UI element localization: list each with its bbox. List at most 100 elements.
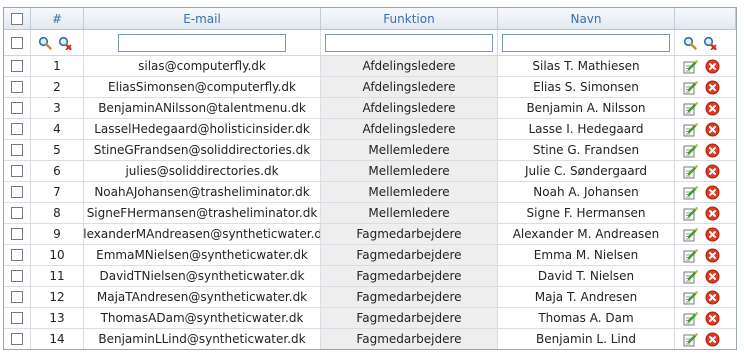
row-number: 3 [31,98,84,118]
header-name[interactable]: Navn [498,8,675,29]
filter-row-checkbox[interactable] [11,36,23,49]
row-actions [675,203,736,223]
edit-icon[interactable] [682,121,698,137]
clear-filter-icon[interactable] [57,35,73,51]
table-row[interactable]: 14 BenjaminLLind@syntheticwater.dk Fagme… [4,329,736,349]
table-row[interactable]: 2 EliasSimonsen@computerfly.dk Afdelings… [4,77,736,98]
row-name: Benjamin L. Lind [498,329,675,349]
edit-icon[interactable] [682,310,698,326]
delete-icon[interactable] [704,226,720,242]
row-checkbox[interactable] [11,270,23,282]
delete-icon[interactable] [704,100,720,116]
row-name: Signe F. Hermansen [498,203,675,223]
row-select-cell [4,224,31,244]
header-number[interactable]: # [31,8,84,29]
table-row[interactable]: 5 StineGFrandsen@soliddirectories.dk Mel… [4,140,736,161]
row-checkbox[interactable] [11,165,23,177]
search-icon[interactable] [37,35,53,51]
row-number: 7 [31,182,84,202]
row-function: Fagmedarbejdere [321,266,498,286]
edit-icon[interactable] [682,100,698,116]
table-row[interactable]: 7 NoahAJohansen@trasheliminator.dk Melle… [4,182,736,203]
table-row[interactable]: 4 LasselHedegaard@holisticinsider.dk Afd… [4,119,736,140]
filter-select-cell [4,30,31,55]
row-checkbox[interactable] [11,249,23,261]
row-checkbox[interactable] [11,207,23,219]
name-filter-input[interactable] [502,33,670,52]
table-row[interactable]: 1 silas@computerfly.dk Afdelingsledere S… [4,56,736,77]
row-email: julies@soliddirectories.dk [84,161,321,181]
delete-icon[interactable] [704,142,720,158]
row-checkbox[interactable] [11,144,23,156]
table-row[interactable]: 11 DavidTNielsen@syntheticwater.dk Fagme… [4,266,736,287]
row-checkbox[interactable] [11,60,23,72]
edit-icon[interactable] [682,331,698,347]
delete-icon[interactable] [704,58,720,74]
edit-icon[interactable] [682,58,698,74]
email-filter-input[interactable] [118,33,286,52]
table-row[interactable]: 12 MajaTAndresen@syntheticwater.dk Fagme… [4,287,736,308]
row-checkbox[interactable] [11,102,23,114]
row-name: Benjamin A. Nilsson [498,98,675,118]
row-checkbox[interactable] [11,333,23,345]
row-function: Afdelingsledere [321,77,498,97]
table-row[interactable]: 10 EmmaMNielsen@syntheticwater.dk Fagmed… [4,245,736,266]
row-checkbox[interactable] [11,291,23,303]
delete-icon[interactable] [704,184,720,200]
row-checkbox[interactable] [11,123,23,135]
row-function: Fagmedarbejdere [321,329,498,349]
edit-icon[interactable] [682,205,698,221]
delete-icon[interactable] [704,121,720,137]
table-row[interactable]: 6 julies@soliddirectories.dk Mellemleder… [4,161,736,182]
row-checkbox[interactable] [11,228,23,240]
row-email: MajaTAndresen@syntheticwater.dk [84,287,321,307]
delete-icon[interactable] [704,205,720,221]
edit-icon[interactable] [682,226,698,242]
row-email: ThomasADam@syntheticwater.dk [84,308,321,328]
edit-icon[interactable] [682,163,698,179]
row-number: 5 [31,140,84,160]
delete-icon[interactable] [704,331,720,347]
edit-icon[interactable] [682,142,698,158]
row-checkbox[interactable] [11,312,23,324]
row-number: 12 [31,287,84,307]
select-all-checkbox[interactable] [11,12,23,25]
delete-icon[interactable] [704,289,720,305]
row-actions [675,77,736,97]
row-number: 8 [31,203,84,223]
edit-icon[interactable] [682,247,698,263]
header-row: # E-mail Funktion Navn [4,8,736,30]
header-email[interactable]: E-mail [84,8,321,29]
delete-icon[interactable] [704,163,720,179]
edit-icon[interactable] [682,184,698,200]
row-actions [675,98,736,118]
table-row[interactable]: 9 AlexanderMAndreasen@syntheticwater.dk … [4,224,736,245]
header-function[interactable]: Funktion [321,8,498,29]
table-row[interactable]: 8 SigneFHermansen@trasheliminator.dk Mel… [4,203,736,224]
row-select-cell [4,245,31,265]
row-checkbox[interactable] [11,186,23,198]
clear-filter-icon[interactable] [702,35,718,51]
row-name: Elias S. Simonsen [498,77,675,97]
row-function: Afdelingsledere [321,119,498,139]
delete-icon[interactable] [704,268,720,284]
filter-name-cell [498,30,675,55]
delete-icon[interactable] [704,310,720,326]
table-row[interactable]: 3 BenjaminANilsson@talentmenu.dk Afdelin… [4,98,736,119]
row-select-cell [4,287,31,307]
row-number: 13 [31,308,84,328]
edit-icon[interactable] [682,79,698,95]
row-name: Maja T. Andresen [498,287,675,307]
edit-icon[interactable] [682,289,698,305]
row-checkbox[interactable] [11,81,23,93]
table-row[interactable]: 13 ThomasADam@syntheticwater.dk Fagmedar… [4,308,736,329]
row-email: LasselHedegaard@holisticinsider.dk [84,119,321,139]
delete-icon[interactable] [704,247,720,263]
search-icon[interactable] [682,35,698,51]
delete-icon[interactable] [704,79,720,95]
row-number: 10 [31,245,84,265]
function-filter-input[interactable] [325,33,493,52]
row-number: 1 [31,56,84,76]
edit-icon[interactable] [682,268,698,284]
row-select-cell [4,266,31,286]
